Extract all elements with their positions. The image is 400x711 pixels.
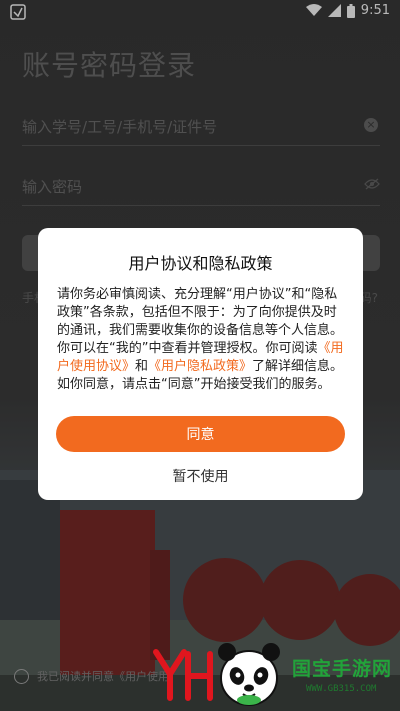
dialog-body-text: 和 <box>135 359 149 374</box>
dialog-title: 用户协议和隐私政策 <box>128 254 273 273</box>
panda-logo <box>218 643 280 706</box>
watermark: 国宝手游网 WWW.GB315.COM <box>150 640 400 711</box>
privacy-dialog: 用户协议和隐私政策 请你务必审慎阅读、充分理解“用户协议”和“隐私政策”各条款，… <box>38 228 363 500</box>
yh-logo <box>153 649 213 701</box>
disagree-button[interactable]: 暂不使用 <box>38 464 363 488</box>
watermark-url: WWW.GB315.COM <box>306 684 377 694</box>
agree-button[interactable]: 同意 <box>56 416 345 452</box>
privacy-policy-link[interactable]: 《用户隐私政策》 <box>148 359 252 374</box>
dialog-body-text: 请你务必审慎阅读、充分理解“用户协议”和“隐私政策”各条款，包括但不限于：为了向… <box>57 287 344 356</box>
dialog-body: 请你务必审慎阅读、充分理解“用户协议”和“隐私政策”各条款，包括但不限于：为了向… <box>57 286 347 394</box>
watermark-site-name: 国宝手游网 <box>292 658 393 680</box>
